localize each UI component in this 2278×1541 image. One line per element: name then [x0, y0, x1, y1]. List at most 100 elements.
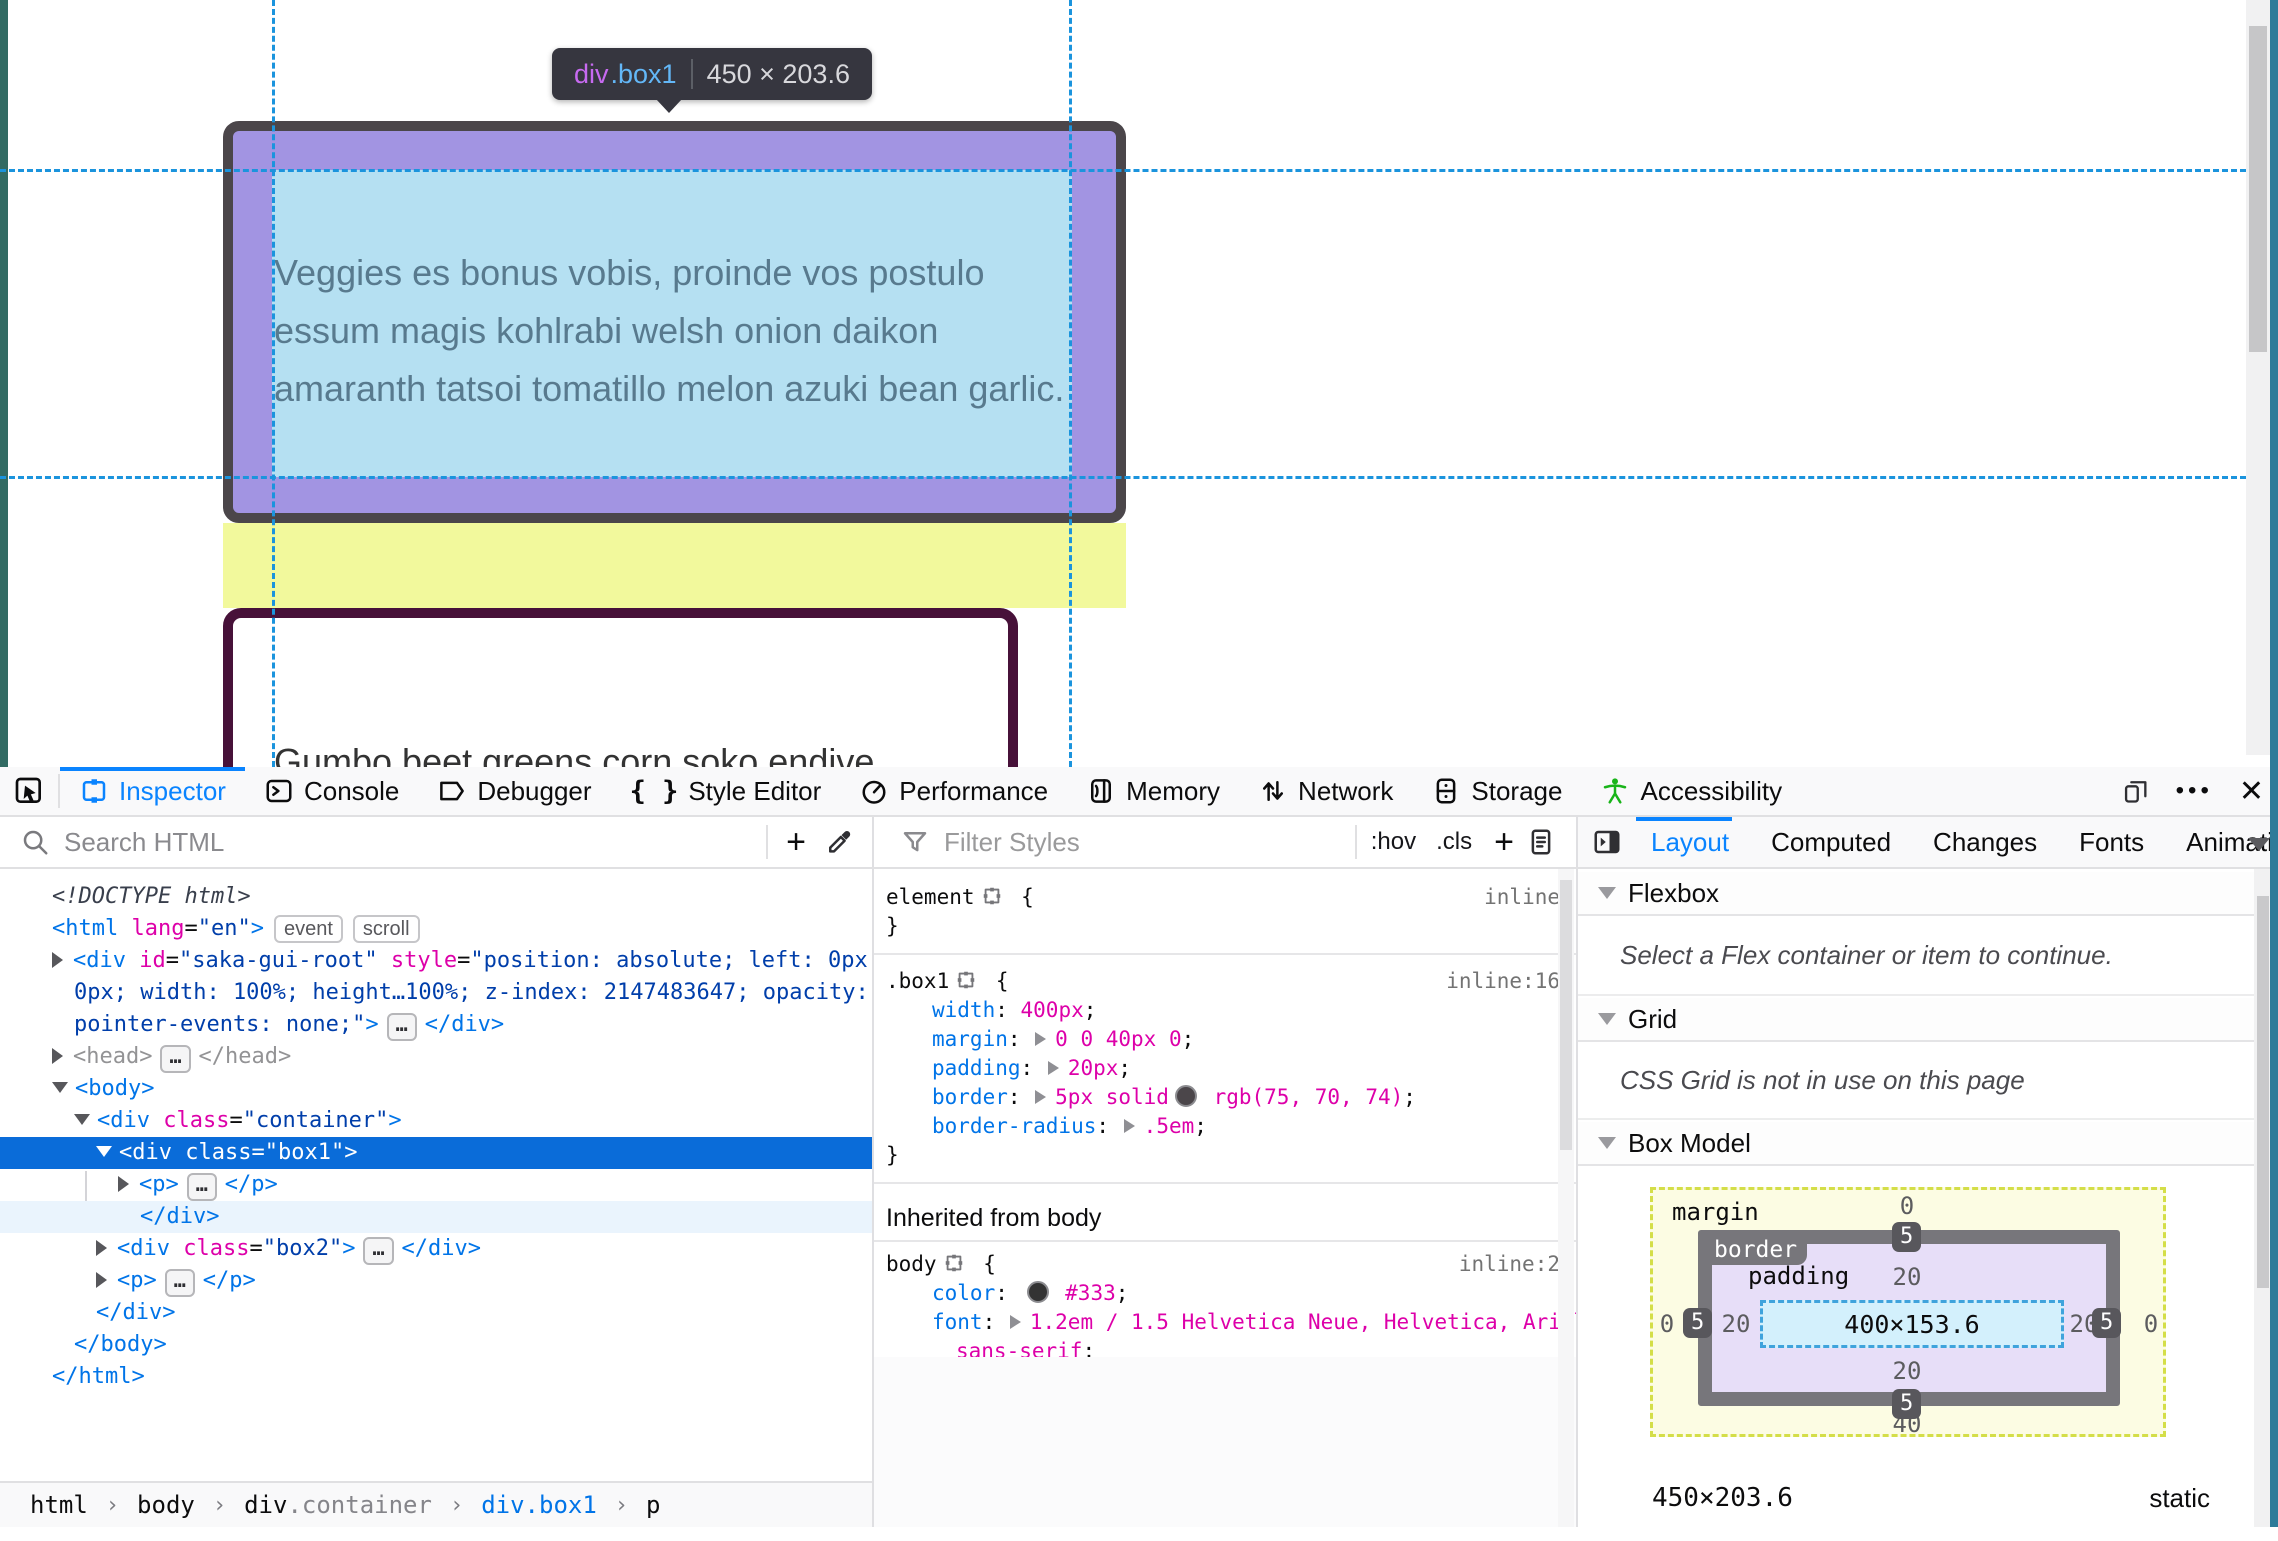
page-scrollbar-thumb[interactable] [2249, 26, 2267, 352]
tab-storage[interactable]: Storage [1412, 767, 1581, 815]
search-input[interactable] [62, 825, 626, 859]
class-toggle[interactable]: .cls [1426, 828, 1482, 856]
node-picker-button[interactable] [0, 767, 58, 815]
padding-top-value[interactable]: 20 [1887, 1263, 1927, 1291]
border-left-value[interactable]: 5 [1683, 1308, 1713, 1338]
markup-tree-row[interactable]: <div id="saka-gui-root" style="position:… [0, 945, 872, 977]
stylesheet-icon[interactable] [1526, 827, 1556, 857]
tab-console[interactable]: Console [245, 767, 418, 815]
inline-ellipsis-button[interactable]: … [164, 1269, 195, 1297]
markup-tree-row[interactable]: <html lang="en"> event scroll [0, 913, 872, 945]
markup-tree-row[interactable]: <head> … </head> [0, 1041, 872, 1073]
layout-scrollbar-thumb[interactable] [2257, 896, 2269, 1288]
rule-declaration-row[interactable]: font: 1.2em / 1.5 Helvetica Neue, Helvet… [874, 1308, 1576, 1337]
tab-inspector[interactable]: Inspector [60, 767, 245, 815]
pseudo-class-toggle[interactable]: :hov [1357, 828, 1426, 856]
markup-tree-row[interactable]: <!DOCTYPE html> [0, 881, 872, 913]
breadcrumb-item-div[interactable]: div.container [244, 1491, 432, 1519]
section-grid[interactable]: Grid [1578, 998, 2256, 1042]
inline-ellipsis-button[interactable]: … [160, 1045, 191, 1073]
rule-declaration-row[interactable]: width: 400px; [874, 996, 1576, 1025]
markup-tree-row[interactable]: 0px; width: 100%; height…100%; z-index: … [0, 977, 872, 1009]
expand-shorthand-icon[interactable] [1009, 1315, 1021, 1329]
selector-highlighter-icon[interactable] [955, 969, 977, 999]
filter-styles-input[interactable] [942, 825, 1276, 859]
expand-shorthand-icon[interactable] [1123, 1119, 1135, 1133]
sidebar-tab-fonts[interactable]: Fonts [2058, 817, 2165, 867]
border-right-value[interactable]: 5 [2092, 1308, 2122, 1338]
meatball-menu-icon[interactable]: ••• [2176, 767, 2213, 815]
close-icon[interactable]: ✕ [2239, 774, 2264, 809]
markup-tree-row[interactable]: <div class="container"> [0, 1105, 872, 1137]
markup-tree-row[interactable]: </div> [0, 1297, 872, 1329]
tab-memory[interactable]: Memory [1067, 767, 1239, 815]
section-flexbox[interactable]: Flexbox [1578, 872, 2256, 916]
markup-tree-row[interactable]: <p> … </p> [0, 1169, 872, 1201]
responsive-mode-icon[interactable] [2122, 777, 2150, 805]
expander-closed-icon[interactable] [96, 1240, 107, 1256]
stylesheet-link[interactable]: inline [1484, 883, 1560, 912]
rule-declaration-row[interactable]: border: 5px solid rgb(75, 70, 74); [874, 1083, 1576, 1112]
stylesheet-link[interactable]: inline:16 [1446, 967, 1560, 996]
rule-declaration-row[interactable]: border-radius: .5em; [874, 1112, 1576, 1141]
inline-ellipsis-button[interactable]: … [186, 1173, 217, 1201]
markup-tree-row[interactable]: </div> [0, 1201, 872, 1233]
expander-open-icon[interactable] [52, 1082, 68, 1093]
rule-selector-row[interactable]: .box1 {inline:16 [874, 967, 1576, 996]
border-bottom-value[interactable]: 5 [1892, 1389, 1922, 1419]
rules-scrollbar-thumb[interactable] [1560, 880, 1572, 1150]
selector-highlighter-icon[interactable] [943, 1252, 965, 1282]
color-swatch[interactable] [1026, 1281, 1049, 1303]
markup-tree-row[interactable]: <div class="box2"> … </div> [0, 1233, 872, 1265]
rule-declaration-row[interactable]: padding: 20px; [874, 1054, 1576, 1083]
padding-bottom-value[interactable]: 20 [1887, 1357, 1927, 1385]
expander-open-icon[interactable] [74, 1114, 90, 1125]
expander-closed-icon[interactable] [96, 1272, 107, 1288]
margin-left-value[interactable]: 0 [1652, 1310, 1682, 1338]
section-box-model[interactable]: Box Model [1578, 1122, 2256, 1166]
markup-tree-row[interactable]: <body> [0, 1073, 872, 1105]
expand-shorthand-icon[interactable] [1035, 1090, 1047, 1104]
padding-left-value[interactable]: 20 [1716, 1310, 1756, 1338]
margin-right-value[interactable]: 0 [2136, 1310, 2166, 1338]
rule-selector-row[interactable]: element {inline [874, 883, 1576, 912]
markup-tree-row[interactable]: <p> … </p> [0, 1265, 872, 1297]
add-node-button[interactable]: + [768, 823, 824, 862]
inline-ellipsis-button[interactable]: … [386, 1013, 417, 1041]
selector-highlighter-icon[interactable] [981, 885, 1003, 915]
breadcrumb-item-p[interactable]: p [646, 1491, 660, 1519]
rule-declaration-row[interactable]: } [874, 912, 1576, 941]
sidebar-tab-changes[interactable]: Changes [1912, 817, 2058, 867]
tab-style-editor[interactable]: { } Style Editor [611, 767, 841, 815]
tab-debugger[interactable]: Debugger [418, 767, 610, 815]
markup-tree-row[interactable]: <div class="box1"> [0, 1137, 872, 1169]
border-top-value[interactable]: 5 [1892, 1222, 1922, 1252]
tab-performance[interactable]: Performance [840, 767, 1067, 815]
rule-declaration-row[interactable]: margin: 0 0 40px 0; [874, 1025, 1576, 1054]
expander-closed-icon[interactable] [52, 1048, 63, 1064]
expand-shorthand-icon[interactable] [1035, 1032, 1047, 1046]
rule-selector-row[interactable]: body {inline:2 [874, 1250, 1576, 1279]
margin-top-value[interactable]: 0 [1887, 1192, 1927, 1220]
expander-open-icon[interactable] [96, 1146, 112, 1157]
markup-tree-row[interactable]: </html> [0, 1361, 872, 1393]
color-swatch[interactable] [1174, 1085, 1197, 1107]
inline-ellipsis-button[interactable]: … [363, 1237, 394, 1265]
rule-declaration-row[interactable]: } [874, 1141, 1576, 1170]
rule-declaration-row[interactable]: color: #333; [874, 1279, 1576, 1308]
sidebar-tab-layout[interactable]: Layout [1630, 817, 1750, 867]
add-rule-button[interactable]: + [1482, 823, 1526, 862]
breadcrumb-item-html[interactable]: html [30, 1491, 88, 1519]
pane-divider-left[interactable] [872, 817, 874, 1527]
all-tabs-dropdown-icon[interactable] [2248, 838, 2270, 851]
expand-shorthand-icon[interactable] [1047, 1061, 1059, 1075]
markup-tree-row[interactable]: pointer-events: none;"> … </div> [0, 1009, 872, 1041]
tab-network[interactable]: Network [1239, 767, 1412, 815]
expander-closed-icon[interactable] [118, 1176, 129, 1192]
pane-divider-right[interactable] [1576, 817, 1578, 1527]
sidebar-tab-computed[interactable]: Computed [1750, 817, 1912, 867]
breadcrumb-item-body[interactable]: body [137, 1491, 195, 1519]
eyedropper-icon[interactable] [824, 827, 854, 857]
box-model-content[interactable]: 400×153.6 [1760, 1300, 2064, 1348]
stylesheet-link[interactable]: inline:2 [1459, 1250, 1560, 1279]
